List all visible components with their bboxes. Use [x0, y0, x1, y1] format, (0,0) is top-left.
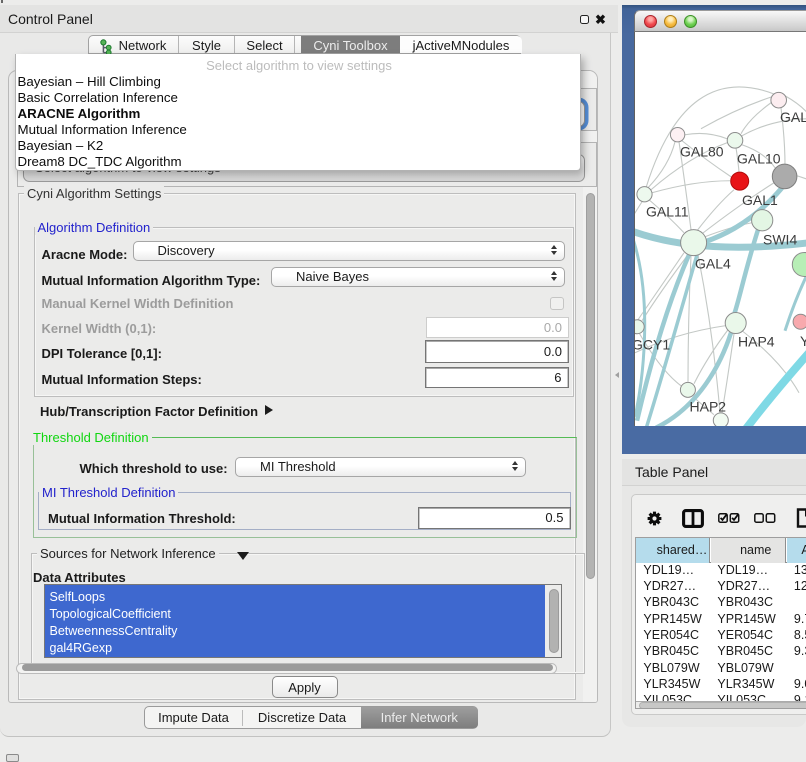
- svg-text:GAL: GAL: [780, 108, 806, 124]
- svg-text:GAL80: GAL80: [680, 143, 724, 159]
- svg-text:GCY1: GCY1: [635, 336, 670, 352]
- svg-text:HAP4: HAP4: [738, 333, 775, 349]
- svg-text:GAL4: GAL4: [695, 255, 731, 271]
- svg-text:Y: Y: [800, 332, 806, 348]
- svg-text:HAP2: HAP2: [690, 398, 727, 414]
- svg-text:SWI4: SWI4: [763, 231, 797, 247]
- svg-text:GAL11: GAL11: [646, 203, 689, 219]
- svg-text:GAL10: GAL10: [737, 150, 781, 166]
- svg-text:GAL1: GAL1: [742, 191, 778, 207]
